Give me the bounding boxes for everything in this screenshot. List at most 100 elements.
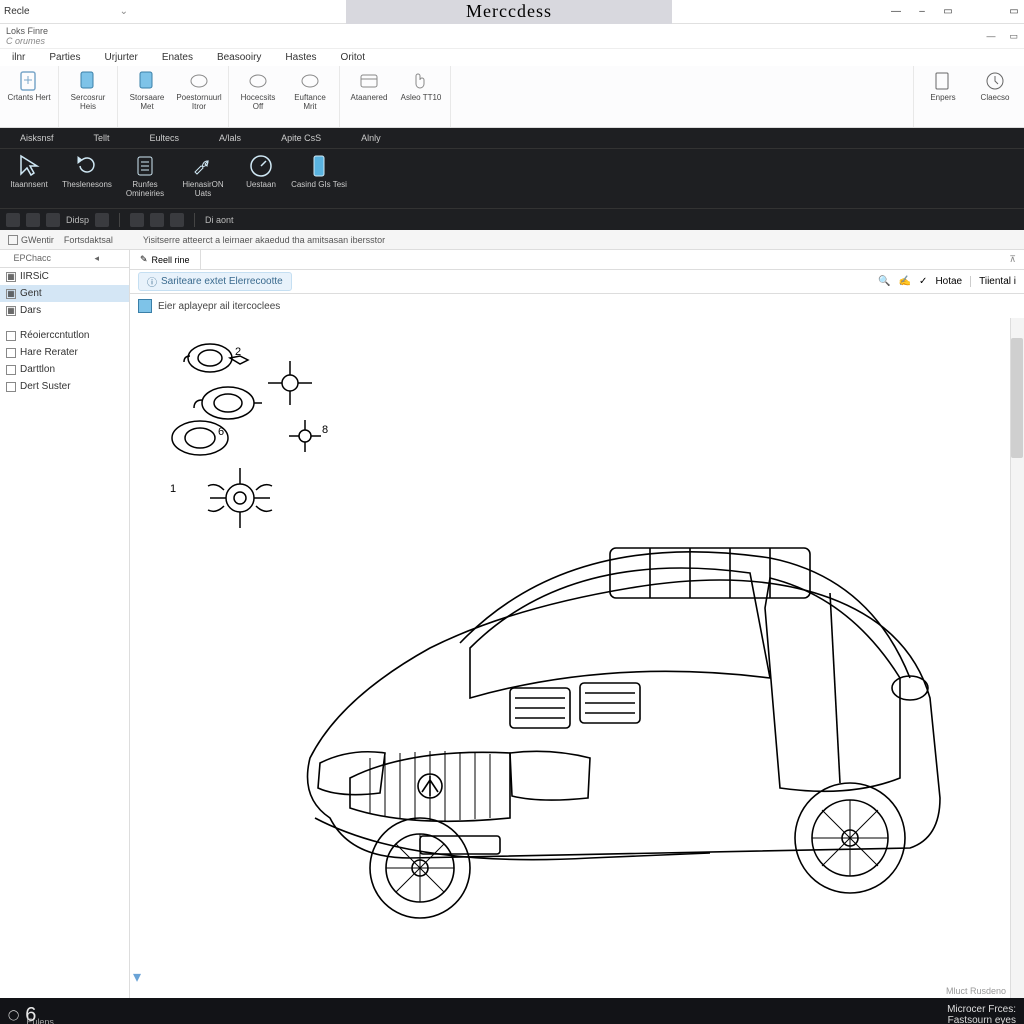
canvas-tab-reell[interactable]: ✎ Reell rine [130,250,201,269]
dtool-hienasiron[interactable]: HienasirON Uats [174,149,232,208]
inner-maximize-button[interactable]: ▭ [1009,31,1018,42]
subtitle-loks: Loks Finre [6,26,48,36]
st-btn-1[interactable] [6,213,20,227]
canvas-area: ✎ Reell rine ⊼ ⓘ Sariteare extet Elerrec… [130,250,1024,998]
dtool-casind[interactable]: Casind GIs Tesi [290,149,348,208]
menu-urjurter[interactable]: Urjurter [104,52,137,63]
ribbon-euftance[interactable]: Euftance Mrit [287,70,333,112]
minimize-button[interactable]: — [890,6,902,18]
option-tiiental[interactable]: Tiiental i [970,276,1016,287]
footer-note: Mluct Rusdeno [946,986,1006,996]
vertical-scrollbar[interactable] [1010,318,1024,998]
st-btn-2[interactable] [26,213,40,227]
menu-enates[interactable]: Enates [162,52,193,63]
viewport[interactable]: 2 6 8 1 [130,318,1024,998]
globe-icon: ◯ [8,1010,19,1021]
title-center: Merccdess [128,0,890,24]
ribbon-hocecsits[interactable]: Hocecsits Off [235,70,281,112]
tree-icon: ▦ [6,289,16,299]
dtool-uestaan[interactable]: Uestaan [232,149,290,208]
side-item-gent[interactable]: ▦Gent [0,285,129,302]
scrollbar-thumb[interactable] [1011,338,1023,458]
inner-minimize-button[interactable]: — [986,31,995,42]
wrench-icon [190,153,216,179]
side-tab-epchacc[interactable]: EPChacc [0,250,65,267]
ribbon-storsaare[interactable]: Storsaare Met [124,70,170,112]
infobar-fortsdaktsal[interactable]: Fortsdaktsal [64,235,113,245]
option-hotae[interactable]: Hotae [935,276,962,287]
infobar-gwentir[interactable]: GWentir [8,235,54,245]
ribbon-sercosrur[interactable]: Sercosrur Heis [65,70,111,112]
clock-icon [984,70,1006,92]
ribbon-enpers[interactable]: Enpers [920,70,966,103]
dtab-alals[interactable]: A/lals [199,133,261,143]
clipboard-icon [132,153,158,179]
titlebar: Recle ⌄ Merccdess — – ▭ ▭ [0,0,1024,24]
dtab-alnly[interactable]: Alnly [341,133,401,143]
rotate-icon [74,153,100,179]
ribbon-light: Crtants Hert Sercosrur Heis Storsaare Me… [0,66,1024,128]
dtab-eultecs[interactable]: Eultecs [130,133,200,143]
tree-icon [6,331,16,341]
minimize2-button[interactable]: – [916,6,928,18]
ribbon-claecso[interactable]: Claecso [972,70,1018,103]
dtool-itaannsent[interactable]: Itaannsent [0,149,58,208]
st-btn-5[interactable] [130,213,144,227]
lasso-icon[interactable]: ✍ [899,276,911,287]
scroll-arrow-down[interactable]: ▾ [130,970,144,984]
menu-ilnr[interactable]: ilnr [12,52,25,63]
box-icon [358,70,380,92]
side-item-iirsic[interactable]: ▦IIRSiC [0,268,129,285]
side-item-dert[interactable]: Dert Suster [0,378,129,395]
ribbon-crtants[interactable]: Crtants Hert [6,70,52,103]
check-icon[interactable]: ✓ [919,276,927,287]
canvas-tabs: ✎ Reell rine ⊼ [130,250,1024,270]
menu-oritot[interactable]: Oritot [341,52,365,63]
side-item-dars[interactable]: ▦Dars [0,302,129,319]
side-tab-collapse[interactable]: ◂ [65,250,130,267]
ribbon-poestornuurl[interactable]: Poestornuurl Itror [176,70,222,112]
close-button[interactable]: ▭ [1008,6,1020,18]
ribbon-ataanered[interactable]: Ataanered [346,70,392,103]
tab-icon: ✎ [140,254,148,265]
st-btn-4[interactable] [95,213,109,227]
side-item-darttlon[interactable]: Darttlon [0,361,129,378]
app-title: Merccdess [346,0,672,24]
dtab-aisksnsf[interactable]: Aisksnsf [0,133,74,143]
phone-icon [306,153,332,179]
infobar: GWentir Fortsdaktsal Yisitserre atteerct… [0,230,1024,250]
dtab-apite[interactable]: Apite CsS [261,133,341,143]
st-label-2[interactable]: Di aont [205,215,234,225]
canvas-tab-close[interactable]: ⊼ [1009,254,1024,265]
taskbar: ◯ 6 Eulens Microcer Frces: Fastsourn eye… [0,998,1024,1024]
dtool-theslenesons[interactable]: Theslenesons [58,149,116,208]
st-btn-7[interactable] [170,213,184,227]
taskbar-app-label: Eulens [26,1017,54,1024]
callout-2: 2 [235,346,241,358]
menu-parties[interactable]: Parties [49,52,80,63]
menu-beasooiry[interactable]: Beasooiry [217,52,261,63]
maximize-button[interactable]: ▭ [942,6,954,18]
option-bar: ⓘ Sariteare extet Elerrecootte 🔍 ✍ ✓ Hot… [130,270,1024,294]
page-icon [136,70,158,92]
subtitle-orumes: C orumes [6,36,48,46]
dtool-runfes[interactable]: Runfes Omineiries [116,149,174,208]
tree-icon: ▦ [6,272,16,282]
title-dropdown-icon[interactable]: ⌄ [120,6,128,17]
ribbon-asleo[interactable]: Asleo TT10 [398,70,444,103]
ellipse-icon [247,70,269,92]
sidebar: EPChacc ◂ ▦IIRSiC ▦Gent ▦Dars Réoierccnt… [0,250,130,998]
side-item-hare[interactable]: Hare Rerater [0,344,129,361]
gauge-icon [248,153,274,179]
search-icon[interactable]: 🔍 [878,276,890,287]
callout-1: 1 [170,483,176,495]
side-item-reoi[interactable]: Réoierccntutlon [0,327,129,344]
st-btn-6[interactable] [150,213,164,227]
vehicle-illustration [210,398,990,958]
option-pill[interactable]: ⓘ Sariteare extet Elerrecootte [138,272,292,291]
menu-hastes[interactable]: Hastes [285,52,316,63]
st-label-1[interactable]: Didsp [66,215,89,225]
cursor-icon [16,153,42,179]
dtab-tellt[interactable]: Tellt [74,133,130,143]
st-btn-3[interactable] [46,213,60,227]
